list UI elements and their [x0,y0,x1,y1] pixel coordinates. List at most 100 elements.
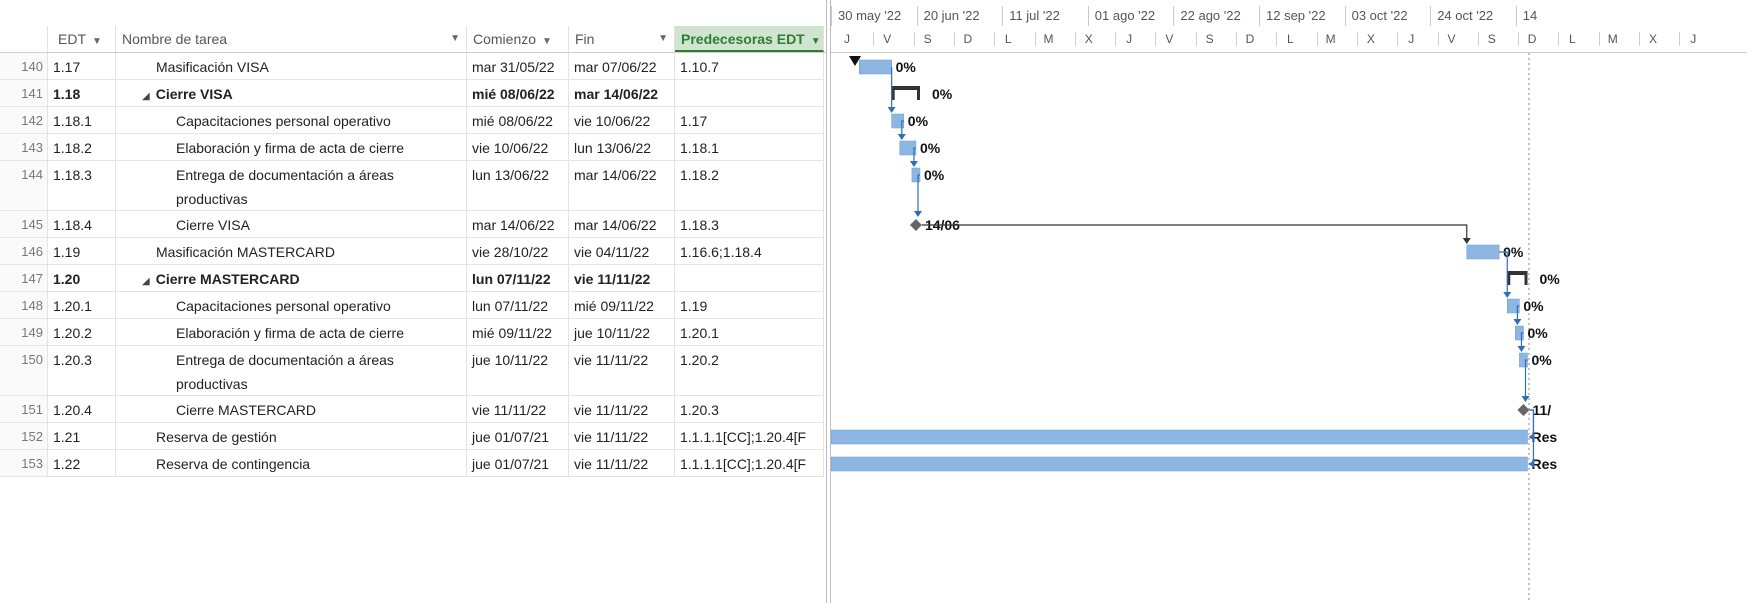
table-row[interactable]: 151 1.20.4 Cierre MASTERCARD vie 11/11/22 vi… [0,396,827,423]
edt-cell[interactable]: 1.18.3 [48,161,116,211]
predecessors-cell[interactable]: 1.20.2 [675,346,824,396]
row-id[interactable]: 140 [0,53,48,80]
edt-cell[interactable]: 1.20 [48,265,116,292]
edt-cell[interactable]: 1.20.1 [48,292,116,319]
start-cell[interactable]: vie 11/11/22 [467,396,569,423]
gantt-task-bar[interactable] [831,456,1528,472]
row-id[interactable]: 143 [0,134,48,161]
task-name-cell[interactable]: Capacitaciones personal operativo [116,292,467,319]
table-row[interactable]: 149 1.20.2 Elaboración y firma de acta de … [0,319,827,346]
task-name-cell[interactable]: Elaboración y firma de acta de cierre [116,319,467,346]
task-name-cell[interactable]: ◢ Cierre VISA [116,80,467,107]
end-cell[interactable]: mié 09/11/22 [569,292,675,319]
start-cell[interactable]: jue 10/11/22 [467,346,569,396]
task-name-cell[interactable]: Capacitaciones personal operativo [116,107,467,134]
gantt-summary-bar[interactable] [891,86,920,100]
gantt-link-arrow[interactable] [1503,292,1512,298]
table-row[interactable]: 148 1.20.1 Capacitaciones personal operati… [0,292,827,319]
row-id[interactable]: 149 [0,319,48,346]
gantt-link-arrow[interactable] [1462,238,1471,244]
predecessors-cell[interactable]: 1.18.1 [675,134,824,161]
predecessors-cell[interactable]: 1.20.3 [675,396,824,423]
table-row[interactable]: 152 1.21 Reserva de gestión jue 01/07/21 vie… [0,423,827,450]
start-cell[interactable]: lun 07/11/22 [467,292,569,319]
predecessors-cell[interactable]: 1.10.7 [675,53,824,80]
predecessors-cell[interactable]: 1.18.2 [675,161,824,211]
gantt-link-arrow[interactable] [914,211,922,217]
chevron-down-icon[interactable]: ▼ [658,26,668,52]
end-cell[interactable]: vie 11/11/22 [569,265,675,292]
table-row[interactable]: 153 1.22 Reserva de contingencia jue 01/07/… [0,450,827,477]
row-id[interactable]: 150 [0,346,48,396]
row-id[interactable]: 146 [0,238,48,265]
edt-cell[interactable]: 1.19 [48,238,116,265]
edt-cell[interactable]: 1.18.1 [48,107,116,134]
row-id[interactable]: 152 [0,423,48,450]
collapse-triangle-icon[interactable]: ◢ [142,276,150,287]
row-id[interactable]: 148 [0,292,48,319]
gantt-task-bar[interactable] [1466,244,1500,260]
row-id[interactable]: 145 [0,211,48,238]
end-cell[interactable]: vie 04/11/22 [569,238,675,265]
predecessors-cell[interactable]: 1.16.6;1.18.4 [675,238,824,265]
gantt-dependency-link[interactable] [921,224,1468,243]
predecessors-cell[interactable]: 1.19 [675,292,824,319]
edt-cell[interactable]: 1.22 [48,450,116,477]
end-cell[interactable]: lun 13/06/22 [569,134,675,161]
row-id[interactable]: 147 [0,265,48,292]
end-cell[interactable]: jue 10/11/22 [569,319,675,346]
end-cell[interactable]: vie 11/11/22 [569,396,675,423]
edt-cell[interactable]: 1.18.2 [48,134,116,161]
edt-cell[interactable]: 1.20.2 [48,319,116,346]
start-cell[interactable]: mar 14/06/22 [467,211,569,238]
edt-cell[interactable]: 1.20.4 [48,396,116,423]
start-cell[interactable]: jue 01/07/21 [467,450,569,477]
table-row[interactable]: 144 1.18.3 Entrega de documentación a área… [0,161,827,211]
start-cell[interactable]: mié 08/06/22 [467,107,569,134]
start-cell[interactable]: lun 13/06/22 [467,161,569,211]
predecessors-cell[interactable] [675,80,824,107]
col-header-start[interactable]: Comienzo ▼ [467,26,569,52]
predecessors-cell[interactable]: 1.18.3 [675,211,824,238]
row-id[interactable]: 141 [0,80,48,107]
gantt-link-arrow[interactable] [909,161,918,167]
task-name-cell[interactable]: Reserva de gestión [116,423,467,450]
task-name-cell[interactable]: Masificación MASTERCARD [116,238,467,265]
end-cell[interactable]: mar 14/06/22 [569,161,675,211]
end-cell[interactable]: mar 07/06/22 [569,53,675,80]
edt-cell[interactable]: 1.20.3 [48,346,116,396]
row-id[interactable]: 142 [0,107,48,134]
gantt-link-arrow[interactable] [1517,346,1526,352]
task-name-cell[interactable]: Entrega de documentación a áreas product… [116,346,467,396]
gantt-milestone-diamond[interactable] [1517,404,1530,416]
edt-cell[interactable]: 1.18.4 [48,211,116,238]
start-cell[interactable]: mar 31/05/22 [467,53,569,80]
start-cell[interactable]: vie 28/10/22 [467,238,569,265]
end-cell[interactable]: vie 11/11/22 [569,450,675,477]
table-row[interactable]: 145 1.18.4 Cierre VISA mar 14/06/22 mar 14/0… [0,211,827,238]
chevron-down-icon[interactable]: ▼ [542,36,552,47]
predecessors-cell[interactable]: 1.1.1.1[CC];1.20.4[F [675,450,824,477]
table-row[interactable]: 146 1.19 Masificación MASTERCARD vie 28/10/… [0,238,827,265]
gantt-link-arrow[interactable] [887,107,896,113]
col-header-end[interactable]: Fin ▼ [569,26,675,52]
table-row[interactable]: 140 1.17 Masificación VISA mar 31/05/22 mar … [0,53,827,80]
edt-cell[interactable]: 1.17 [48,53,116,80]
task-name-cell[interactable]: Entrega de documentación a áreas product… [116,161,467,211]
end-cell[interactable]: mar 14/06/22 [569,211,675,238]
start-cell[interactable]: lun 07/11/22 [467,265,569,292]
gantt-link-arrow[interactable] [1521,396,1530,402]
predecessors-cell[interactable]: 1.17 [675,107,824,134]
row-id[interactable]: 153 [0,450,48,477]
end-cell[interactable]: vie 11/11/22 [569,423,675,450]
table-row[interactable]: 150 1.20.3 Entrega de documentación a área… [0,346,827,396]
gantt-task-bar[interactable] [831,429,1528,445]
table-row[interactable]: 147 1.20 ◢ Cierre MASTERCARD lun 07/11/22 vie… [0,265,827,292]
task-name-cell[interactable]: Reserva de contingencia [116,450,467,477]
end-cell[interactable]: vie 10/06/22 [569,107,675,134]
predecessors-cell[interactable]: 1.20.1 [675,319,824,346]
predecessors-cell[interactable] [675,265,824,292]
task-name-cell[interactable]: Masificación VISA [116,53,467,80]
start-cell[interactable]: mié 09/11/22 [467,319,569,346]
gantt-summary-bar[interactable] [1507,271,1528,285]
